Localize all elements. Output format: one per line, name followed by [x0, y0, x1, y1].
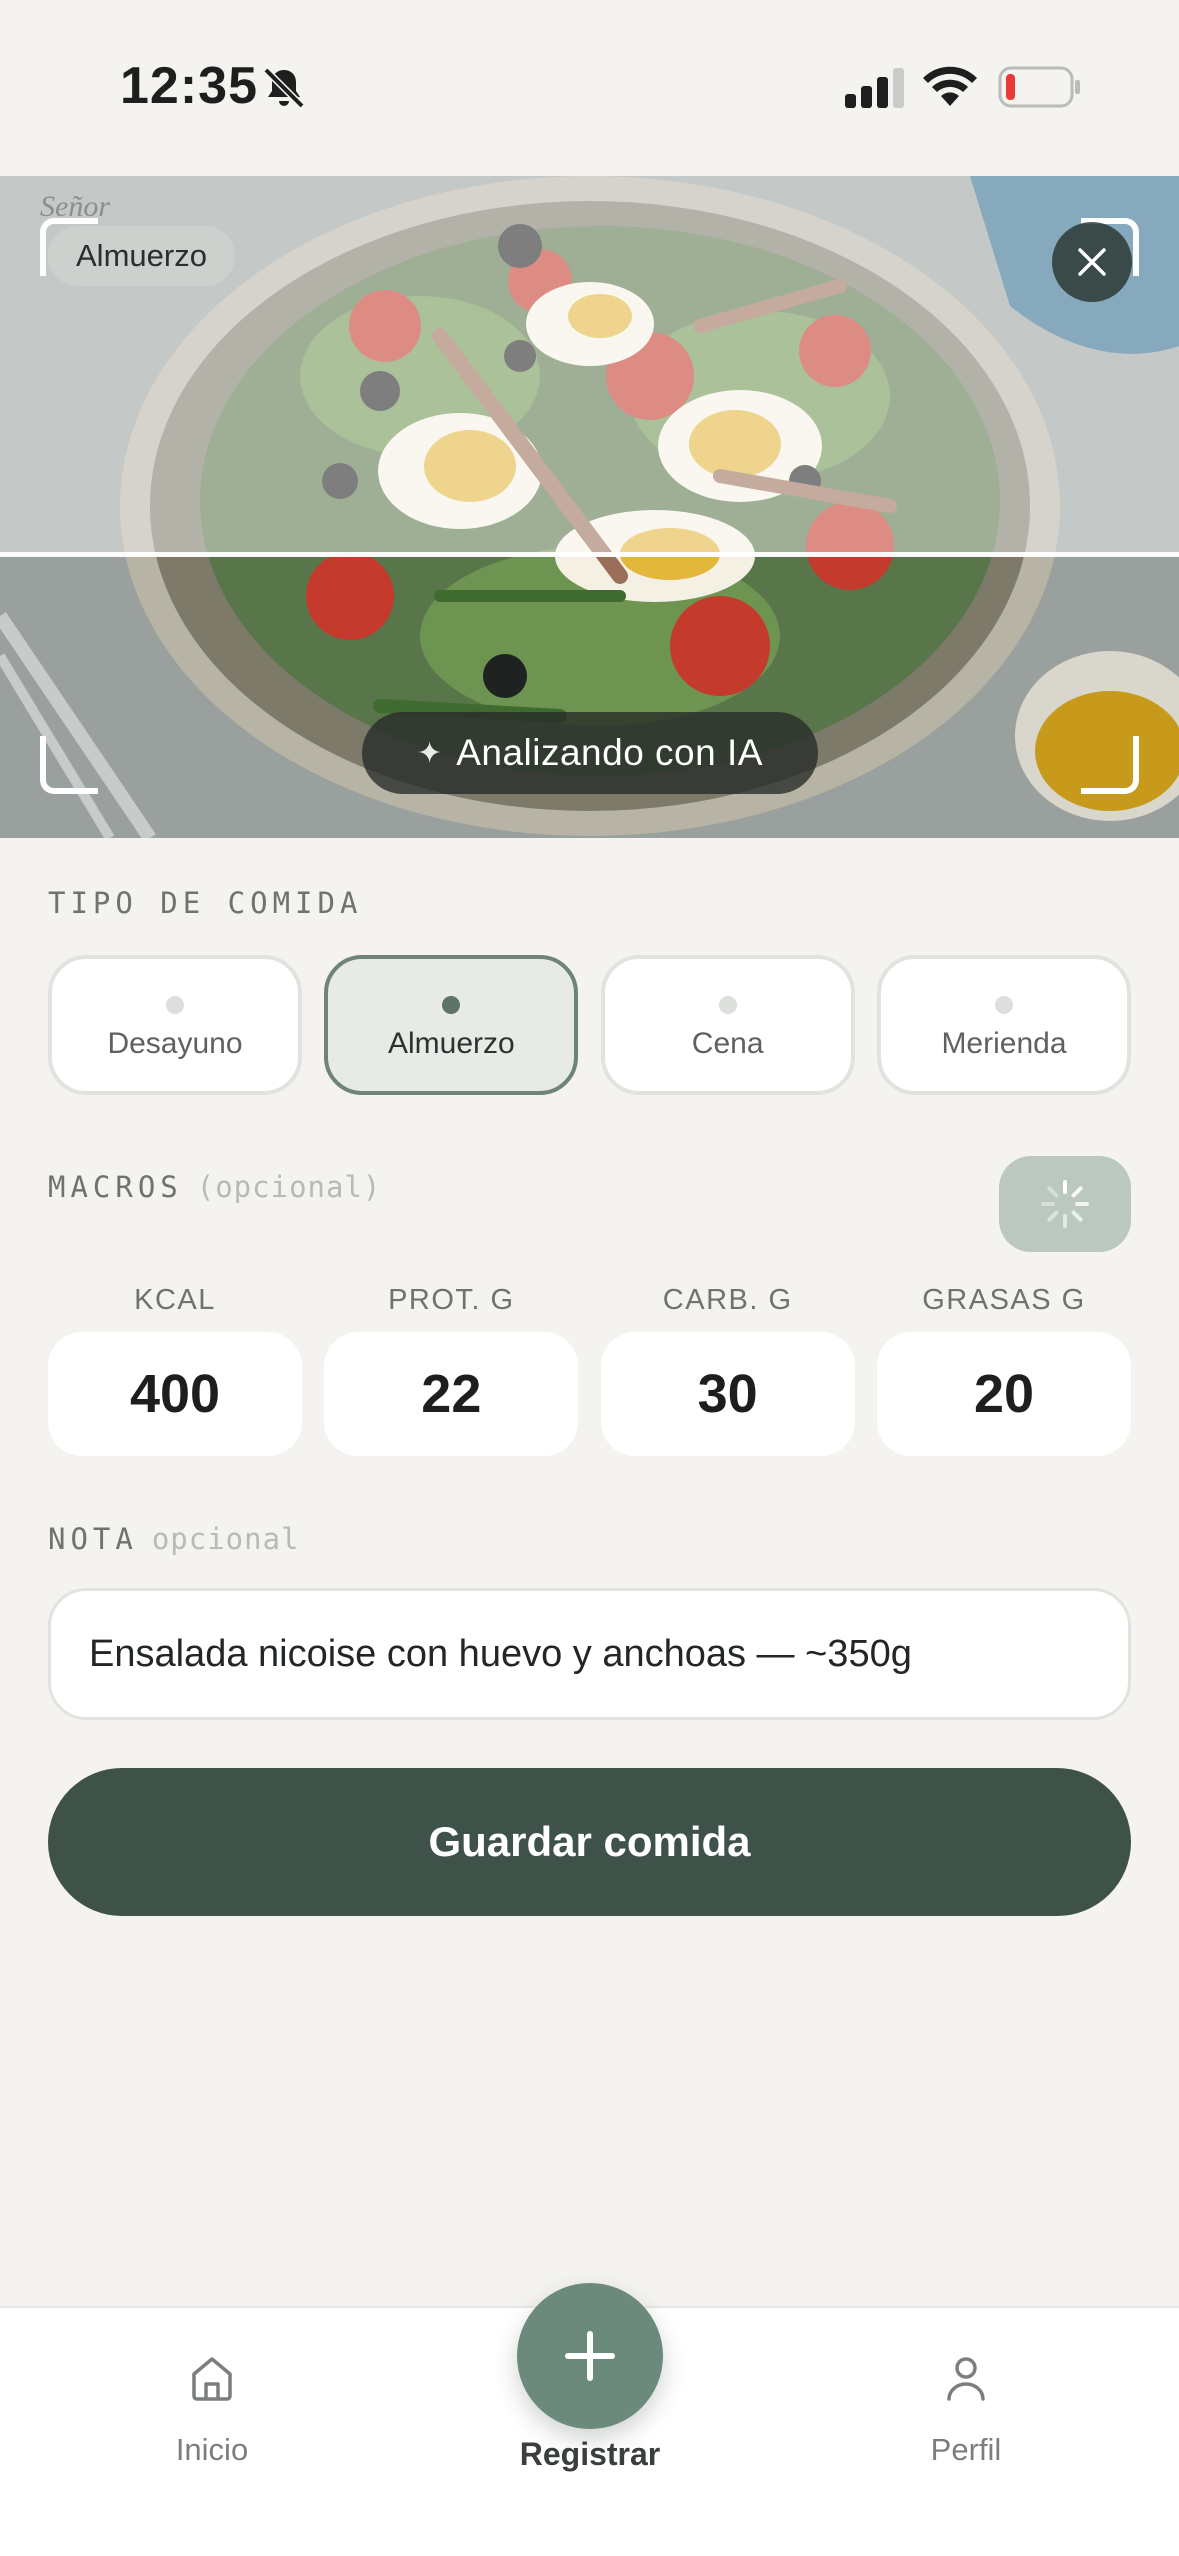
meal-type-option-label: Cena: [691, 1027, 764, 1060]
nav-label-home: Inicio: [175, 2432, 249, 2467]
save-meal-button[interactable]: Guardar comida: [48, 1768, 1131, 1916]
macro-fat: GRASAS G 20: [876, 1282, 1131, 1456]
macro-protein: PROT. G 22: [324, 1282, 579, 1456]
status-time: 12:35: [120, 57, 258, 115]
macro-label: GRASAS G: [922, 1284, 1086, 1316]
plus-icon: [565, 2331, 615, 2381]
wifi-icon: [923, 66, 977, 106]
meal-type-option-almuerzo[interactable]: Almuerzo: [324, 955, 579, 1095]
home-icon: [192, 2357, 232, 2401]
meal-type-option-cena[interactable]: Cena: [600, 955, 855, 1095]
scan-frame-corner: [1081, 736, 1139, 794]
note-optional-text: opcional: [151, 1522, 300, 1556]
scan-line: [0, 552, 1179, 557]
macros-label-text: MACROS: [48, 1170, 183, 1204]
meal-type-option-label: Desayuno: [107, 1027, 243, 1060]
ai-estimate-button[interactable]: [999, 1156, 1131, 1252]
sparkle-icon: ✦: [417, 736, 443, 770]
kcal-input[interactable]: 400: [48, 1332, 302, 1456]
macro-label: PROT. G: [388, 1284, 515, 1316]
user-icon: [947, 2357, 985, 2401]
meal-type-section-label: TIPO DE COMIDA: [48, 886, 363, 920]
cellular-signal-icon: [845, 68, 904, 108]
macro-label: KCAL: [134, 1284, 216, 1316]
macro-kcal: KCAL 400: [48, 1282, 302, 1456]
bell-muted-icon: [263, 67, 305, 109]
radio-dot: [994, 996, 1013, 1014]
meal-type-option-label: Almuerzo: [387, 1027, 515, 1060]
battery-low-icon: [998, 66, 1080, 108]
macros-grid: KCAL 400 PROT. G 22 CARB. G 30 GRASAS G …: [48, 1282, 1131, 1456]
protein-input[interactable]: 22: [324, 1332, 579, 1456]
spinner-icon: [1041, 1180, 1089, 1228]
register-meal-button[interactable]: [517, 2283, 663, 2429]
nav-label-profile: Perfil: [930, 2432, 1002, 2467]
macros-section-label: MACROS (opcional): [48, 1170, 381, 1204]
meal-photo: Señor Almuerzo ✦ Analizando con IA: [0, 176, 1179, 838]
note-label-text: NOTA: [48, 1522, 138, 1556]
meal-type-option-merienda[interactable]: Merienda: [876, 955, 1131, 1095]
macro-label: CARB. G: [662, 1284, 793, 1316]
status-bar: 12:35: [0, 0, 1179, 176]
close-icon: [1078, 248, 1106, 276]
close-button[interactable]: [1052, 222, 1132, 302]
app-screen: 12:35 Señor Almuerzo ✦ Analizando con IA…: [0, 0, 1179, 2556]
nav-label-register: Registrar: [519, 2436, 661, 2472]
note-section-label: NOTA opcional: [48, 1522, 300, 1556]
ai-analyzing-status: ✦ Analizando con IA: [362, 712, 818, 794]
meal-type-selector: Desayuno Almuerzo Cena Merienda: [48, 955, 1131, 1095]
scan-frame-corner: [40, 736, 98, 794]
radio-dot: [718, 996, 737, 1014]
meal-type-chip: Almuerzo: [48, 226, 235, 286]
macros-optional-text: (opcional): [196, 1170, 382, 1204]
meal-type-option-label: Merienda: [941, 1027, 1067, 1060]
radio-dot: [166, 996, 184, 1014]
ai-status-text: Analizando con IA: [456, 732, 763, 773]
fat-input[interactable]: 20: [876, 1332, 1131, 1456]
radio-dot: [442, 996, 461, 1014]
note-input[interactable]: Ensalada nicoise con huevo y anchoas — ~…: [48, 1588, 1131, 1720]
macro-carbs: CARB. G 30: [600, 1282, 855, 1456]
carbs-input[interactable]: 30: [600, 1332, 855, 1456]
meal-type-option-desayuno[interactable]: Desayuno: [48, 955, 302, 1095]
